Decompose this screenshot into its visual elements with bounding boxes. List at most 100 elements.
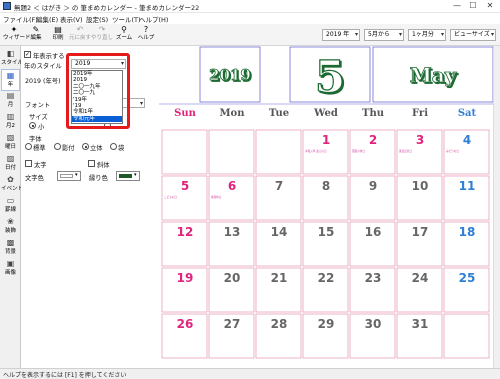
calendar-day-cell[interactable]: 31 [396, 313, 443, 359]
weekday-header-thu: Thu [362, 108, 384, 119]
side-tab-background[interactable]: ▩ 背景 [1, 237, 20, 259]
calendar-day-cell[interactable]: 19 [161, 267, 208, 313]
side-tabs: ◧ スタイル ▦ 年 ▤ 月 ▥ 月2 ▧ 曜日 ▨ 日付 ✿ イベント ▭ 罫線 ❀ 装飾 ▩ 背景 ▣ 画像 [0, 46, 24, 368]
side-tab-image[interactable]: ▣ 画像 [1, 258, 20, 280]
italic-checkbox[interactable] [88, 160, 95, 167]
side-tab-ruledline[interactable]: ▭ 罫線 [1, 195, 20, 217]
calendar-day-cell[interactable] [208, 129, 255, 175]
text-color-picker[interactable]: ▾ [57, 171, 81, 181]
side-tab-label: イベント [1, 186, 24, 192]
toolbar-button-label: ウィザード [3, 35, 31, 41]
calendar-day-cell[interactable]: 1 令和元年 改元の日 [302, 129, 349, 175]
style-standard-radio[interactable] [25, 143, 32, 150]
day-number: 10 [412, 179, 429, 193]
toolbar-print-button[interactable]: ▤ 印刷 [47, 25, 69, 45]
calendar-day-cell[interactable]: 7 [255, 175, 302, 221]
side-tab-decoration[interactable]: ❀ 装飾 [1, 216, 20, 238]
calendar-day-cell[interactable]: 26 [161, 313, 208, 359]
calendar-day-cell[interactable]: 16 [349, 221, 396, 267]
toolbar-help-button[interactable]: ? ヘルプ [135, 25, 157, 45]
calendar-day-cell[interactable]: 13 [208, 221, 255, 267]
background-icon: ▩ [6, 238, 15, 247]
calendar-day-cell[interactable]: 21 [255, 267, 302, 313]
side-tab-style[interactable]: ◧ スタイル [1, 48, 23, 70]
date-icon: ▨ [6, 154, 15, 163]
side-tab-month[interactable]: ▤ 月 [1, 90, 20, 112]
calendar-day-cell[interactable] [443, 313, 490, 359]
calendar-day-cell[interactable]: 3 憲法記念日 [396, 129, 443, 175]
year-select[interactable]: 2019 年 ▾ [322, 29, 360, 41]
side-tab-event[interactable]: ✿ イベント [1, 174, 24, 196]
side-tab-year[interactable]: ▦ 年 [1, 69, 20, 91]
calendar-day-cell[interactable]: 11 [443, 175, 490, 221]
month-number[interactable]: 5 [314, 51, 346, 103]
vertical-scrollbar[interactable] [493, 46, 500, 368]
menu-edit[interactable]: 編集(E) [36, 14, 58, 24]
day-number: 21 [271, 271, 288, 285]
calendar-day-cell[interactable] [255, 129, 302, 175]
start-month-select[interactable]: 5月から ▾ [364, 29, 404, 41]
calendar-day-cell[interactable]: 24 [396, 267, 443, 313]
chevron-down-icon: ▾ [440, 31, 444, 38]
calendar-day-cell[interactable]: 29 [302, 313, 349, 359]
calendar-day-cell[interactable]: 12 [161, 221, 208, 267]
weekday-icon: ▧ [6, 133, 15, 142]
month-name[interactable]: May [409, 63, 458, 88]
toolbar-wizard-button[interactable]: ✦ ウィザード [3, 25, 31, 45]
view-size-select[interactable]: ビューサイズ ▾ [450, 29, 496, 41]
bold-checkbox[interactable] [25, 160, 32, 167]
menu-help[interactable]: ヘルプ(H) [139, 14, 168, 24]
calendar-day-cell[interactable]: 14 [255, 221, 302, 267]
toolbar-zoom-button[interactable]: ⚲ ズーム [113, 25, 135, 45]
period-select[interactable]: 1ヶ月分 ▾ [408, 29, 446, 41]
toolbar-redo-button[interactable]: ↷ やり直し [91, 25, 113, 45]
calendar-day-cell[interactable]: 23 [349, 267, 396, 313]
menu-settings[interactable]: 設定(S) [86, 14, 108, 24]
day-number: 1 [322, 133, 330, 147]
calendar-day-cell[interactable]: 8 [302, 175, 349, 221]
calendar-day-cell[interactable]: 2 国民の休日 [349, 129, 396, 175]
toolbar-button-label: 印刷 [52, 35, 64, 41]
maximize-button[interactable]: ☐ [466, 1, 480, 11]
calendar-day-cell[interactable]: 4 みどりの日 [443, 129, 490, 175]
calendar-day-cell[interactable]: 25 [443, 267, 490, 313]
calendar-day-cell[interactable]: 30 [349, 313, 396, 359]
calendar-day-cell[interactable] [161, 129, 208, 175]
edge-color-picker[interactable]: ▾ [116, 171, 140, 181]
calendar-day-cell[interactable]: 5 こどもの日 [161, 175, 208, 221]
side-tab-month2[interactable]: ▥ 月2 [1, 111, 20, 133]
side-tab-label: 装飾 [4, 228, 16, 234]
style-outline-radio[interactable] [110, 143, 117, 150]
toolbar-undo-button[interactable]: ↶ 元に戻す [69, 25, 91, 45]
weekday-header-wed: Wed [313, 108, 338, 119]
style-3d-radio[interactable] [82, 143, 89, 150]
calendar-day-cell[interactable]: 18 [443, 221, 490, 267]
calendar-day-cell[interactable]: 6 振替休日 [208, 175, 255, 221]
calendar-day-cell[interactable]: 27 [208, 313, 255, 359]
toolbar-edit-button[interactable]: ✎ 編集 [25, 25, 47, 45]
style-standard-label: 標準 [33, 145, 46, 152]
calendar-day-cell[interactable]: 28 [255, 313, 302, 359]
menu-tools[interactable]: ツール(T) [112, 14, 141, 24]
side-tab-label: 月 [7, 102, 14, 108]
side-tab-weekday[interactable]: ▧ 曜日 [1, 132, 20, 154]
calendar-day-cell[interactable]: 9 [349, 175, 396, 221]
status-bar: ヘルプを表示するには [F1] を押してください [0, 368, 500, 379]
day-number: 3 [416, 133, 424, 147]
day-number: 11 [459, 179, 476, 193]
calendar-day-cell[interactable]: 17 [396, 221, 443, 267]
calendar-day-cell[interactable]: 20 [208, 267, 255, 313]
side-tab-date[interactable]: ▨ 日付 [1, 153, 20, 175]
menu-view[interactable]: 表示(V) [60, 14, 83, 24]
year-title[interactable]: 2019 [209, 66, 252, 85]
calendar-day-cell[interactable]: 15 [302, 221, 349, 267]
calendar-day-cell[interactable]: 22 [302, 267, 349, 313]
show-year-checkbox[interactable]: ✓ [24, 51, 31, 58]
style-shadow-radio[interactable] [54, 143, 61, 150]
minimize-button[interactable]: — [450, 1, 464, 11]
calendar-day-cell[interactable]: 10 [396, 175, 443, 221]
menu-file[interactable]: ファイル(F) [3, 14, 38, 24]
size-label: サイズ [29, 114, 48, 121]
size-small-radio[interactable] [29, 122, 36, 129]
close-button[interactable]: ✕ [483, 1, 497, 11]
